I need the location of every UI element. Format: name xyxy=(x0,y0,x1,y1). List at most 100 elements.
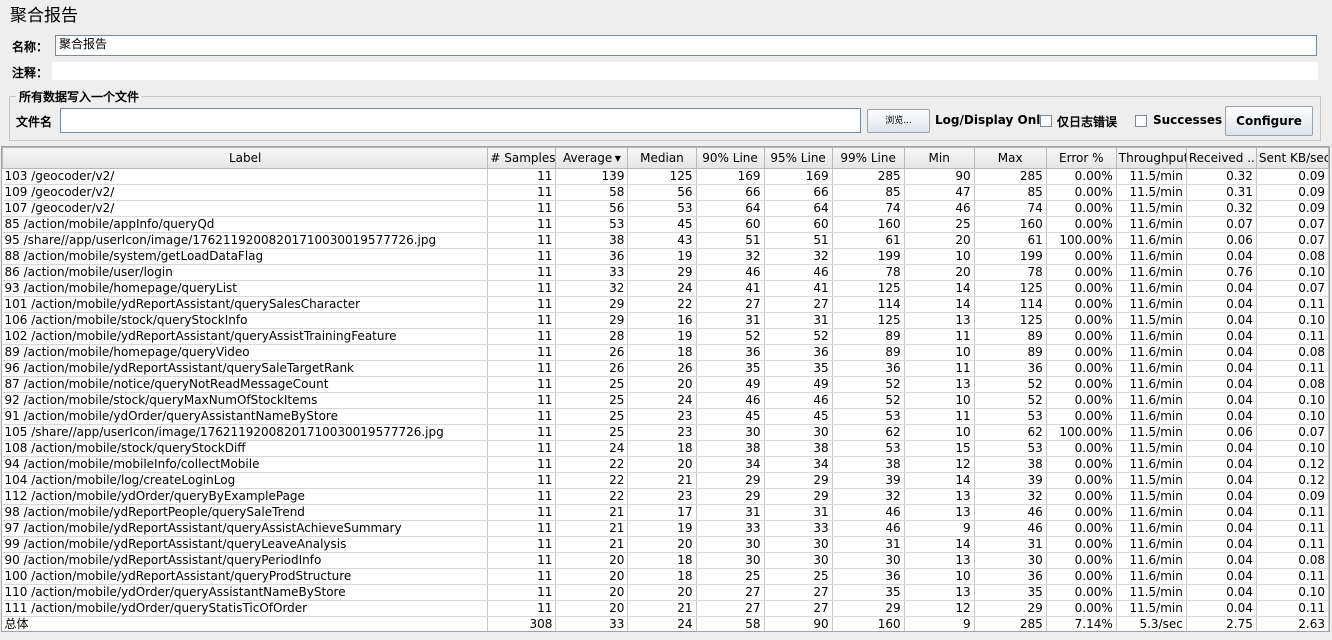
table-cell: 90 /action/mobile/ydReportAssistant/quer… xyxy=(2,552,489,569)
table-cell: 30 xyxy=(696,552,765,569)
table-cell: 28 xyxy=(555,328,629,345)
table-row[interactable]: 88 /action/mobile/system/getLoadDataFlag… xyxy=(2,248,1329,265)
table-cell: 11.6/min xyxy=(1116,456,1187,473)
table-row[interactable]: 99 /action/mobile/ydReportAssistant/quer… xyxy=(2,536,1329,553)
table-row[interactable]: 107 /geocoder/v2/11 56 53 64 64 74 46 74 0.00% 11… xyxy=(2,200,1329,217)
table-cell: 46 xyxy=(832,520,905,537)
column-header[interactable]: 90% Line xyxy=(695,147,765,169)
table-row[interactable]: 108 /action/mobile/stock/queryStockDiff 1… xyxy=(2,440,1329,457)
column-header[interactable]: # Samples xyxy=(487,147,557,169)
table-row[interactable]: 95 /share//app/userIcon/image/1762119200… xyxy=(2,232,1329,249)
table-cell: 11.5/min xyxy=(1116,440,1187,457)
successes-checkbox[interactable] xyxy=(1135,115,1147,127)
table-cell: 11 xyxy=(904,408,975,425)
table-cell: 39 xyxy=(832,472,905,489)
table-cell: 100.00% xyxy=(1046,232,1117,249)
table-row[interactable]: 94 /action/mobile/mobileInfo/collectMobi… xyxy=(2,456,1329,473)
table-row[interactable]: 85 /action/mobile/appInfo/queryQd 11 53 45 6… xyxy=(2,216,1329,233)
table-cell: 11 xyxy=(487,504,557,521)
column-header[interactable]: Median xyxy=(627,147,697,169)
table-row[interactable]: 89 /action/mobile/homepage/queryVideo 11 2… xyxy=(2,344,1329,361)
table-cell: 23 xyxy=(627,488,697,505)
column-header[interactable]: Received ... xyxy=(1185,147,1257,169)
table-cell: 0.07 xyxy=(1256,232,1329,249)
table-cell: 5.3/sec xyxy=(1116,616,1187,631)
column-header[interactable]: Error % xyxy=(1045,147,1117,169)
table-row[interactable]: 112 /action/mobile/ydOrder/queryByExampl… xyxy=(2,488,1329,505)
table-cell: 12 xyxy=(904,600,975,617)
table-cell: 29 xyxy=(696,472,765,489)
table-cell: 100.00% xyxy=(1046,424,1117,441)
column-header[interactable]: 95% Line xyxy=(763,147,833,169)
table-cell: 32 xyxy=(832,488,905,505)
column-header[interactable]: Throughput xyxy=(1115,147,1187,169)
table-row[interactable]: 101 /action/mobile/ydReportAssistant/que… xyxy=(2,296,1329,313)
browse-button[interactable]: 浏览... xyxy=(867,109,930,133)
table-row[interactable]: 98 /action/mobile/ydReportPeople/querySa… xyxy=(2,504,1329,521)
table-cell: 31 xyxy=(764,312,833,329)
table-cell: 38 xyxy=(764,440,833,457)
name-field[interactable]: 聚合报告 xyxy=(55,35,1317,56)
table-row[interactable]: 104 /action/mobile/log/createLoginLog 11 2… xyxy=(2,472,1329,489)
table-cell: 20 xyxy=(904,264,975,281)
table-cell: 110 /action/mobile/ydOrder/queryAssistan… xyxy=(2,584,489,601)
table-cell: 20 xyxy=(627,456,697,473)
table-cell: 21 xyxy=(555,520,629,537)
table-row[interactable]: 100 /action/mobile/ydReportAssistant/que… xyxy=(2,568,1329,585)
column-header[interactable]: 99% Line xyxy=(831,147,905,169)
table-row[interactable]: 111 /action/mobile/ydOrder/queryStatisTi… xyxy=(2,600,1329,617)
column-header[interactable]: Min xyxy=(903,147,975,169)
column-header[interactable]: Average ▼ xyxy=(555,147,629,169)
table-cell: 0.09 xyxy=(1256,168,1329,185)
table-cell: 29 xyxy=(832,600,905,617)
table-cell: 21 xyxy=(555,504,629,521)
table-cell: 13 xyxy=(904,488,975,505)
table-cell: 0.00% xyxy=(1046,216,1117,233)
table-cell: 11.6/min xyxy=(1116,344,1187,361)
column-header[interactable]: Max xyxy=(973,147,1047,169)
table-row[interactable]: 92 /action/mobile/stock/queryMaxNumOfSto… xyxy=(2,392,1329,409)
table-cell: 27 xyxy=(696,600,765,617)
total-row[interactable]: 总体 308 33 24 58 90 160 9 285 7.14% 5.3/sec 2.75 2.63 xyxy=(2,616,1329,631)
table-row[interactable]: 96 /action/mobile/ydReportAssistant/quer… xyxy=(2,360,1329,377)
table-cell: 10 xyxy=(904,424,975,441)
table-cell: 27 xyxy=(764,296,833,313)
table-row[interactable]: 102 /action/mobile/ydReportAssistant/que… xyxy=(2,328,1329,345)
table-cell: 27 xyxy=(764,600,833,617)
comment-field[interactable] xyxy=(52,62,1318,80)
errors-only-checkbox[interactable] xyxy=(1040,115,1052,127)
table-row[interactable]: 103 /geocoder/v2/11 139 125 169 169 285 90 285 0… xyxy=(2,168,1329,185)
table-row[interactable]: 90 /action/mobile/ydReportAssistant/quer… xyxy=(2,552,1329,569)
table-cell: 22 xyxy=(555,488,629,505)
column-header[interactable]: Sent KB/sec xyxy=(1255,147,1329,169)
table-row[interactable]: 91 /action/mobile/ydOrder/queryAssistant… xyxy=(2,408,1329,425)
table-row[interactable]: 97 /action/mobile/ydReportAssistant/quer… xyxy=(2,520,1329,537)
table-cell: 107 /geocoder/v2/ xyxy=(2,200,489,217)
table-cell: 0.07 xyxy=(1256,216,1329,233)
column-header[interactable]: Label xyxy=(2,147,489,169)
filename-field[interactable] xyxy=(60,108,861,133)
table-row[interactable]: 109 /geocoder/v2/11 58 56 66 66 85 47 85 0.00% 11… xyxy=(2,184,1329,201)
table-row[interactable]: 93 /action/mobile/homepage/queryList 11 32… xyxy=(2,280,1329,297)
table-cell: 11.6/min xyxy=(1116,216,1187,233)
table-row[interactable]: 86 /action/mobile/user/login 11 33 29 46 46 78… xyxy=(2,264,1329,281)
table-cell: 33 xyxy=(555,616,629,631)
table-cell: 53 xyxy=(555,216,629,233)
table-row[interactable]: 105 /share//app/userIcon/image/176211920… xyxy=(2,424,1329,441)
table-cell: 22 xyxy=(555,456,629,473)
table-cell: 52 xyxy=(832,376,905,393)
table-cell: 160 xyxy=(974,216,1047,233)
table-cell: 0.00% xyxy=(1046,472,1117,489)
table-cell: 21 xyxy=(627,472,697,489)
table-cell: 46 xyxy=(696,264,765,281)
table-cell: 35 xyxy=(696,360,765,377)
table-cell: 0.09 xyxy=(1256,488,1329,505)
table-row[interactable]: 106 /action/mobile/stock/queryStockInfo 1… xyxy=(2,312,1329,329)
table-row[interactable]: 87 /action/mobile/notice/queryNotReadMes… xyxy=(2,376,1329,393)
table-cell: 0.00% xyxy=(1046,536,1117,553)
table-row[interactable]: 110 /action/mobile/ydOrder/queryAssistan… xyxy=(2,584,1329,601)
table-cell: 46 xyxy=(974,504,1047,521)
table-cell: 32 xyxy=(764,248,833,265)
table-cell: 18 xyxy=(627,552,697,569)
configure-button[interactable]: Configure xyxy=(1225,106,1313,136)
